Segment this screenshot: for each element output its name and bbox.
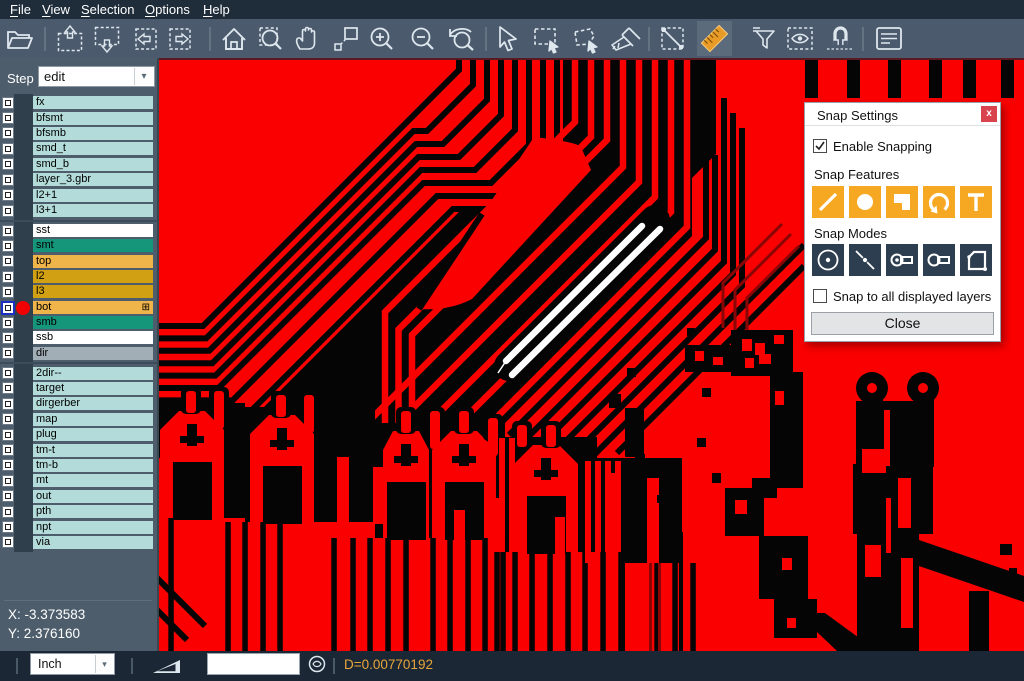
svg-text:D=0.00770192: D=0.00770192: [344, 657, 433, 672]
